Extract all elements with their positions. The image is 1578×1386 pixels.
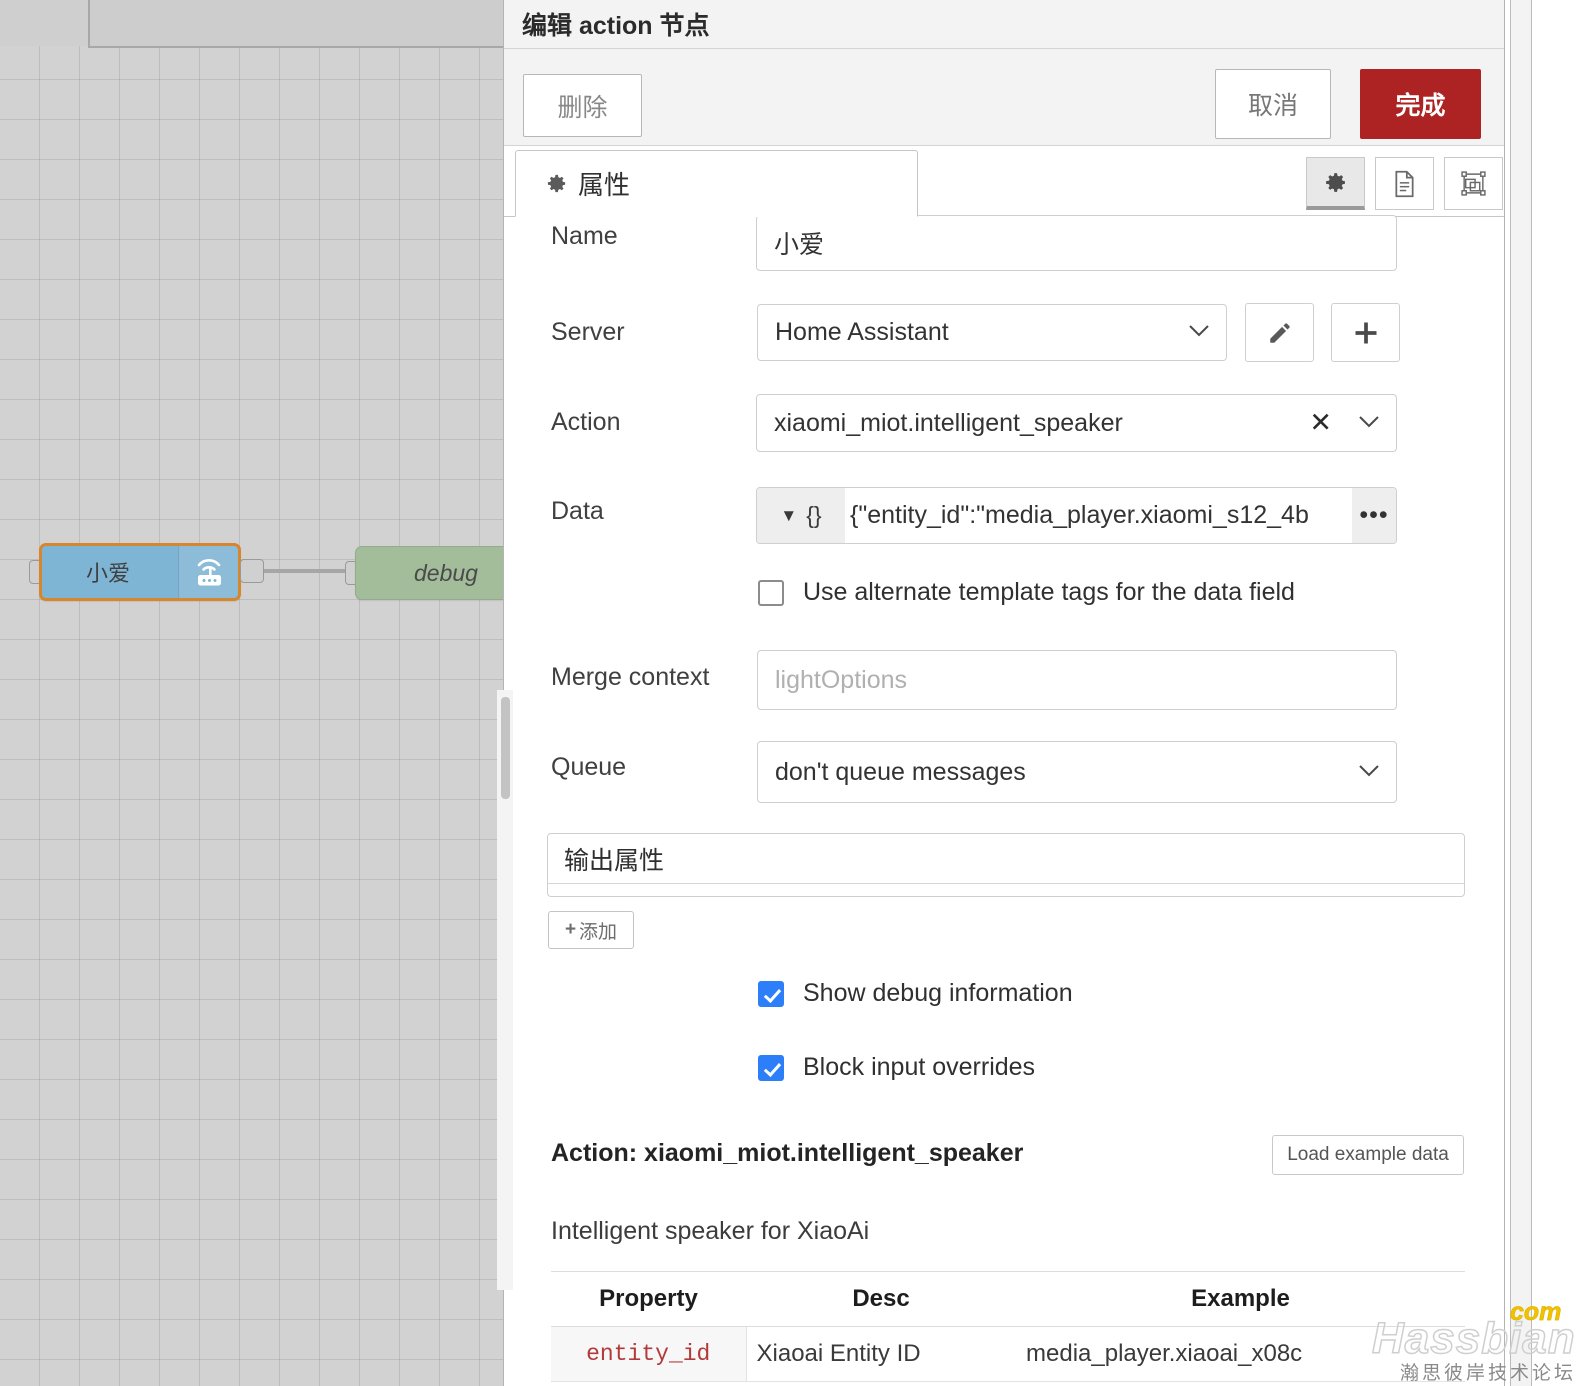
cell-desc: Xiaoai Entity ID (746, 1326, 1016, 1382)
gear-icon-button[interactable] (1306, 157, 1365, 210)
wifi-router-icon (178, 546, 238, 598)
show-debug-checkbox[interactable] (758, 980, 784, 1007)
plus-icon (1355, 322, 1376, 343)
show-debug-row[interactable]: Show debug information (758, 979, 1073, 1008)
edit-server-button[interactable] (1245, 303, 1314, 362)
action-description: Intelligent speaker for XiaoAi (551, 1217, 870, 1245)
dialog-action-bar: 删除 取消 完成 (504, 49, 1504, 146)
block-input-checkbox[interactable] (758, 1054, 784, 1081)
column-header-example: Example (1016, 1271, 1465, 1327)
dialog-tab-row: 属性 (504, 146, 1504, 217)
show-debug-label: Show debug information (803, 979, 1073, 1007)
data-value-input[interactable]: {"entity_id":"media_player.xiaomi_s12_4b (845, 501, 1352, 530)
merge-context-input[interactable]: lightOptions (757, 650, 1397, 710)
queue-label: Queue (551, 753, 627, 781)
table-row: entity_id Xiaoai Entity ID media_player.… (551, 1326, 1465, 1382)
data-input-group[interactable]: ▼ {} {"entity_id":"media_player.xiaomi_s… (756, 487, 1397, 544)
queue-select[interactable]: don't queue messages (757, 741, 1397, 803)
block-input-row[interactable]: Block input overrides (758, 1053, 1035, 1082)
block-input-label: Block input overrides (803, 1053, 1036, 1081)
caret-down-icon: ▼ (780, 505, 798, 525)
action-info-heading: Action: xiaomi_miot.intelligent_speaker (551, 1139, 1024, 1167)
server-select[interactable]: Home Assistant (757, 304, 1227, 361)
load-example-data-button[interactable]: Load example data (1272, 1135, 1464, 1175)
chevron-down-icon[interactable] (1358, 412, 1380, 435)
cell-example: media_player.xiaoai_x08c (1016, 1326, 1465, 1382)
sidebar-resizer[interactable] (1510, 0, 1532, 1386)
action-label: Action (551, 408, 621, 436)
use-alternate-tags-checkbox[interactable] (758, 579, 784, 606)
add-label: 添加 (579, 921, 618, 943)
tab-properties[interactable]: 属性 (515, 150, 918, 217)
data-type-button[interactable]: ▼ {} (757, 488, 845, 543)
name-input[interactable]: 小爱 (756, 215, 1397, 271)
add-output-property-button[interactable]: + 添加 (548, 911, 634, 949)
description-icon (1395, 170, 1414, 197)
data-label: Data (551, 497, 604, 525)
appearance-icon-button[interactable] (1444, 157, 1503, 210)
chevron-down-icon (1358, 761, 1380, 784)
merge-context-label: Merge context (551, 663, 710, 691)
column-header-property: Property (551, 1271, 746, 1327)
name-label: Name (551, 222, 618, 250)
action-select[interactable]: xiaomi_miot.intelligent_speaker ✕ (756, 394, 1397, 452)
data-expand-button[interactable]: ••• (1352, 488, 1396, 543)
node-debug-label: debug (414, 559, 478, 586)
plus-icon: + (564, 919, 577, 940)
output-properties-title: 输出属性 (548, 834, 1464, 884)
appearance-icon (1461, 171, 1486, 196)
cell-property: entity_id (551, 1326, 747, 1382)
pencil-icon (1269, 322, 1290, 343)
cancel-button[interactable]: 取消 (1215, 69, 1331, 139)
add-server-button[interactable] (1331, 303, 1400, 362)
delete-button[interactable]: 删除 (523, 74, 642, 137)
use-alternate-tags-label: Use alternate template tags for the data… (803, 578, 1295, 606)
done-button[interactable]: 完成 (1360, 69, 1481, 139)
node-ha-action[interactable]: 小爱 (39, 543, 241, 601)
dialog-title: 编辑 action 节点 (504, 0, 1504, 49)
output-properties-panel: 输出属性 (547, 833, 1465, 897)
column-header-desc: Desc (746, 1271, 1016, 1327)
gear-icon (1326, 172, 1345, 192)
queue-select-value: don't queue messages (775, 757, 1026, 786)
server-label: Server (551, 318, 625, 346)
action-property-table: Property Desc Example entity_id Xiaoai E… (551, 1271, 1465, 1382)
gear-icon (545, 172, 568, 195)
tab-properties-label: 属性 (578, 170, 631, 200)
use-alternate-tags-row[interactable]: Use alternate template tags for the data… (758, 578, 1295, 607)
data-type-label: {} (806, 502, 822, 528)
action-select-value: xiaomi_miot.intelligent_speaker (774, 408, 1123, 437)
dialog-scrollbar-thumb[interactable] (501, 697, 510, 799)
chevron-down-icon (1188, 321, 1210, 344)
node-output-port[interactable] (240, 559, 264, 583)
description-icon-button[interactable] (1375, 157, 1434, 210)
close-icon[interactable]: ✕ (1309, 408, 1332, 439)
table-header-row: Property Desc Example (551, 1271, 1465, 1327)
server-select-value: Home Assistant (775, 318, 949, 346)
node-ha-label: 小爱 (85, 561, 130, 586)
